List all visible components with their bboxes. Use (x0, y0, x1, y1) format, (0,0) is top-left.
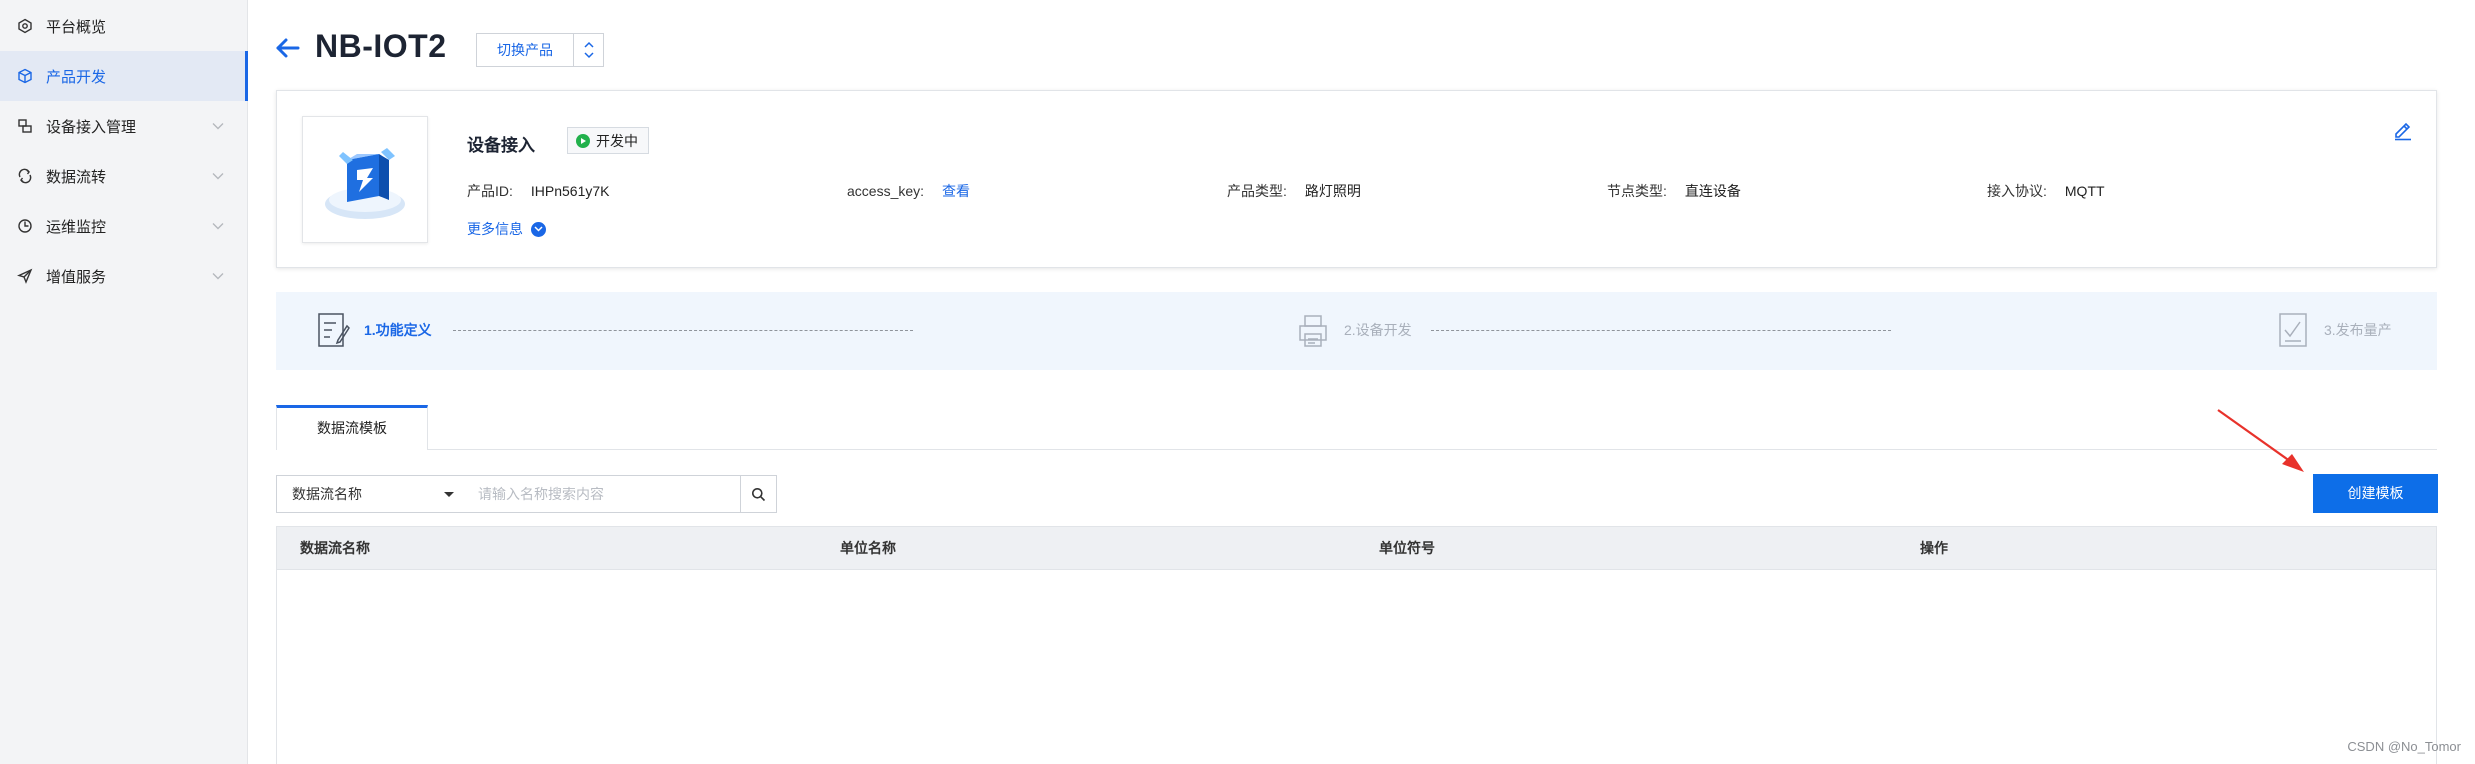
field-product-id: 产品ID: IHPn561y7K (467, 181, 610, 201)
column-header-unit-symbol: 单位符号 (1379, 540, 1435, 556)
column-header-unit-name: 单位名称 (840, 540, 896, 556)
field-value: 路灯照明 (1304, 183, 1361, 199)
field-value: MQTT (2064, 183, 2105, 199)
search-icon (752, 487, 766, 501)
sidebar-item-label: 数据流转 (46, 168, 107, 186)
product-thumbnail (302, 116, 428, 243)
switch-product-button[interactable]: 切换产品 (477, 34, 574, 66)
field-access-key: access_key: 查看 (847, 181, 970, 201)
edit-pencil-icon[interactable] (2392, 119, 2414, 141)
sidebar-item-label: 运维监控 (46, 218, 107, 236)
chevron-down-icon (212, 269, 224, 283)
dataflow-table: 数据流名称 单位名称 单位符号 操作 (276, 526, 2437, 764)
step-divider (1431, 330, 1891, 331)
chevron-down-icon (212, 119, 224, 133)
field-label: 产品类型: (1227, 183, 1287, 199)
search-button[interactable] (740, 475, 777, 513)
step-function-definition[interactable]: 1.功能定义 (316, 310, 432, 350)
sidebar-item-data-flow[interactable]: 数据流转 (0, 151, 248, 201)
column-header-actions: 操作 (1920, 540, 1948, 556)
up-down-chevron-icon[interactable] (574, 34, 603, 66)
sidebar-item-device-access[interactable]: 设备接入管理 (0, 101, 248, 151)
field-value: 直连设备 (1684, 183, 1741, 199)
sidebar-item-label: 产品开发 (46, 68, 107, 86)
sidebar-item-overview[interactable]: 平台概览 (0, 1, 248, 51)
column-header-dataflow-name: 数据流名称 (300, 540, 370, 556)
back-arrow-icon[interactable] (274, 34, 302, 62)
search-input[interactable] (466, 475, 741, 513)
view-access-key-link[interactable]: 查看 (942, 183, 970, 199)
step-device-development[interactable]: 2.设备开发 (1296, 310, 1412, 350)
field-label: 产品ID: (467, 183, 513, 199)
step-label: 1.功能定义 (364, 322, 432, 338)
play-status-icon (576, 133, 590, 148)
search-field-select[interactable]: 数据流名称 (276, 475, 467, 513)
page-title: NB-IOT2 (315, 28, 447, 64)
sidebar-item-label: 增值服务 (46, 268, 107, 286)
flow-icon (16, 167, 34, 185)
create-template-button[interactable]: 创建模板 (2313, 474, 2438, 513)
field-product-type: 产品类型: 路灯照明 (1227, 181, 1361, 201)
sidebar-item-value-added[interactable]: 增值服务 (0, 251, 248, 301)
sidebar-item-label: 平台概览 (46, 18, 107, 36)
step-label: 3.发布量产 (2324, 322, 2392, 338)
chevron-down-circle-icon (531, 221, 546, 237)
product-info-card: 设备接入 开发中 产品ID: IHPn561y7K access_key: 查看 产… (276, 90, 2437, 268)
checklist-icon (2279, 313, 2307, 347)
sidebar-item-ops-monitor[interactable]: 运维监控 (0, 201, 248, 251)
printer-icon (1299, 315, 1327, 347)
sidebar-item-label: 设备接入管理 (46, 118, 137, 136)
annotation-arrow-icon (2217, 409, 2304, 472)
tab-baseline (276, 449, 2437, 450)
more-info-label: 更多信息 (467, 221, 523, 237)
step-divider (453, 330, 913, 331)
device-icon (16, 117, 34, 135)
document-edit-icon (318, 313, 350, 347)
product-name: 设备接入 (467, 136, 535, 155)
status-badge: 开发中 (567, 127, 649, 154)
send-icon (16, 267, 34, 285)
chevron-down-icon (212, 219, 224, 233)
table-header: 数据流名称 单位名称 单位符号 操作 (277, 527, 2436, 570)
status-text: 开发中 (596, 132, 638, 149)
sidebar-item-product-dev[interactable]: 产品开发 (0, 51, 248, 101)
cube-icon (16, 67, 34, 85)
tab-dataflow-template[interactable]: 数据流模板 (276, 405, 428, 450)
chevron-down-icon (212, 169, 224, 183)
switch-product-group: 切换产品 (476, 33, 604, 67)
sidebar: 平台概览 产品开发 设备接入管理 数据流转 运维监控 增值服务 (0, 0, 248, 764)
monitor-icon (16, 217, 34, 235)
field-protocol: 接入协议: MQTT (1987, 181, 2105, 201)
step-label: 2.设备开发 (1344, 322, 1412, 338)
watermark: CSDN @No_Tomor (2347, 739, 2461, 754)
field-label: 接入协议: (1987, 183, 2047, 199)
search-select-value: 数据流名称 (292, 486, 362, 502)
step-release-production[interactable]: 3.发布量产 (2276, 310, 2392, 350)
field-value: IHPn561y7K (530, 183, 610, 199)
dashboard-icon (16, 17, 34, 35)
field-label: access_key: (847, 183, 925, 199)
field-label: 节点类型: (1607, 183, 1667, 199)
caret-down-icon (444, 492, 454, 497)
steps-bar: 1.功能定义 2.设备开发 3.发布量产 (276, 292, 2437, 370)
more-info-link[interactable]: 更多信息 (467, 219, 546, 239)
field-node-type: 节点类型: 直连设备 (1607, 181, 1741, 201)
